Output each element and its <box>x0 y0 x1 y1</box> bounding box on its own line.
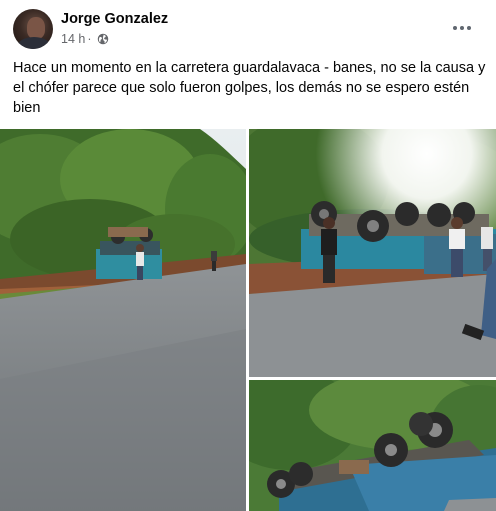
globe-icon[interactable] <box>97 33 109 45</box>
post-time[interactable]: 14 h <box>61 32 85 46</box>
dot <box>460 26 464 30</box>
photo-1-image <box>0 129 246 511</box>
more-options-icon[interactable] <box>446 14 478 42</box>
post-text: Hace un momento en la carretera guardala… <box>13 60 486 116</box>
dot <box>453 26 457 30</box>
post-meta: 14 h · <box>61 32 109 46</box>
photo-overturned-truck-wheels[interactable] <box>249 380 496 511</box>
meta-separator: · <box>87 32 92 46</box>
dot <box>467 26 471 30</box>
avatar[interactable] <box>13 9 53 49</box>
photo-overturned-truck-people[interactable] <box>249 129 496 377</box>
photo-grid <box>0 129 496 511</box>
avatar-shirt <box>17 37 51 49</box>
author-name[interactable]: Jorge Gonzalez <box>61 11 168 27</box>
avatar-face <box>27 17 45 39</box>
photo-2-image <box>249 129 496 377</box>
facebook-post: Jorge Gonzalez 14 h · Hace un momento en… <box>0 0 496 511</box>
photo-3-image <box>249 380 496 511</box>
photo-overturned-truck-road[interactable] <box>0 129 246 511</box>
post-header: Jorge Gonzalez 14 h · <box>0 0 496 56</box>
